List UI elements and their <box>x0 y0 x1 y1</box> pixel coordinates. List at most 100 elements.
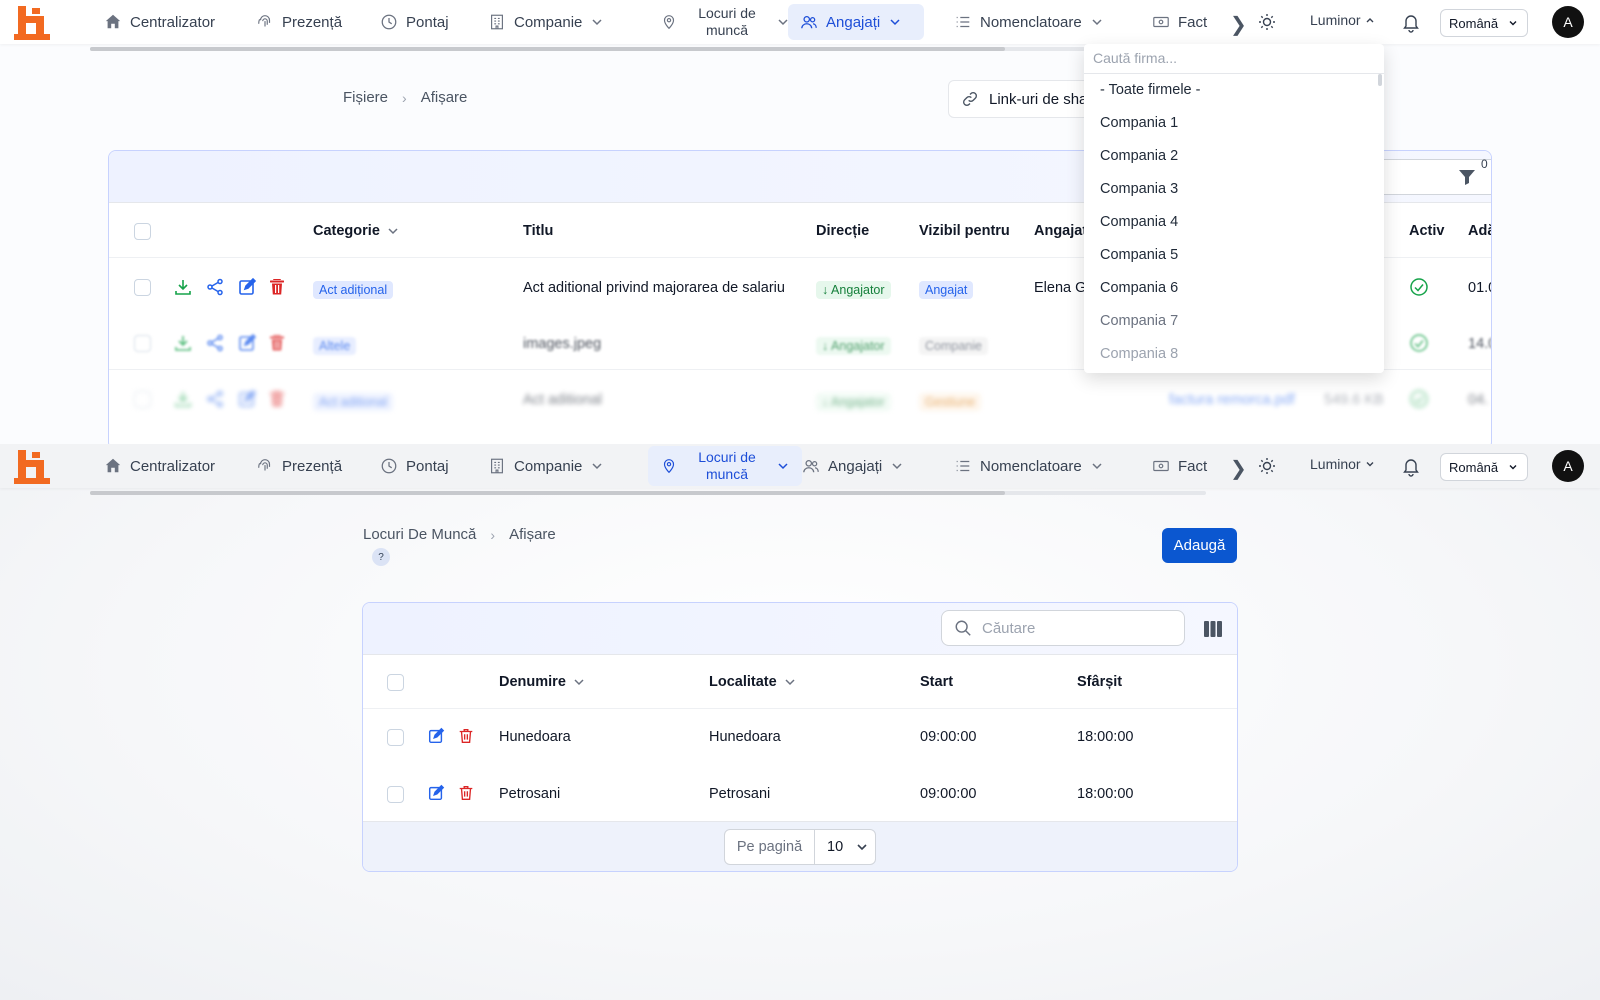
download-icon[interactable] <box>173 277 193 297</box>
category-badge: Altele <box>313 337 357 355</box>
avatar[interactable]: A <box>1552 450 1584 482</box>
nav-scrollbar[interactable] <box>90 491 1206 495</box>
trash-icon[interactable] <box>267 333 287 353</box>
sun-icon[interactable] <box>1257 456 1277 476</box>
file-title[interactable]: Act aditional <box>523 392 602 408</box>
col-localitate[interactable]: Localitate <box>709 674 797 690</box>
theme-selector[interactable]: Luminor <box>1310 456 1376 472</box>
sun-icon[interactable] <box>1257 12 1277 32</box>
home-icon <box>104 457 122 475</box>
edit-icon[interactable] <box>237 333 257 353</box>
scrollbar-thumb[interactable] <box>90 47 1005 51</box>
nav-centralizator[interactable]: Centralizator <box>92 448 227 484</box>
col-denumire[interactable]: Denumire <box>499 674 586 690</box>
file-link[interactable]: factura remorca.pdf <box>1169 392 1295 408</box>
nav-angajati[interactable]: Angajați <box>788 4 924 40</box>
edit-icon[interactable] <box>237 389 257 409</box>
nav-scrollbar[interactable] <box>90 47 1206 51</box>
search-input[interactable]: Căutare <box>941 610 1185 646</box>
company-option[interactable]: Compania 5 <box>1100 247 1178 263</box>
download-icon[interactable] <box>173 333 193 353</box>
edit-icon[interactable] <box>237 277 257 297</box>
nav-companie[interactable]: Companie <box>476 448 616 484</box>
scrollbar-thumb[interactable] <box>90 491 1005 495</box>
file-title[interactable]: Act aditional privind majorarea de salar… <box>523 280 785 296</box>
company-option[interactable]: Compania 3 <box>1100 181 1178 197</box>
theme-selector[interactable]: Luminor <box>1310 12 1376 28</box>
more-nav-chevron-icon[interactable]: ❯ <box>1230 12 1247 37</box>
nav-prezenta[interactable]: Prezență <box>244 4 354 40</box>
nav-locuri-de-munca[interactable]: Locuri de muncă <box>648 4 802 40</box>
row-checkbox[interactable] <box>387 729 404 746</box>
col-activ[interactable]: Activ <box>1409 223 1444 239</box>
language-select[interactable]: Română <box>1440 453 1528 481</box>
nav-pontaj[interactable]: Pontaj <box>368 448 461 484</box>
company-option[interactable]: Compania 6 <box>1100 280 1178 296</box>
row-checkbox[interactable] <box>134 391 151 408</box>
col-categorie[interactable]: Categorie <box>313 223 400 239</box>
company-search-input[interactable]: Caută firma... <box>1084 44 1384 74</box>
bell-icon[interactable] <box>1400 11 1422 33</box>
nav-centralizator[interactable]: Centralizator <box>92 4 227 40</box>
fingerprint-icon <box>256 457 274 475</box>
more-nav-chevron-icon[interactable]: ❯ <box>1230 456 1247 481</box>
language-select[interactable]: Română <box>1440 9 1528 37</box>
nav-facturi[interactable]: Fact <box>1140 448 1219 484</box>
column-label: Titlu <box>523 223 554 239</box>
nav-nomenclatoare[interactable]: Nomenclatoare <box>942 448 1116 484</box>
nav-pontaj[interactable]: Pontaj <box>368 4 461 40</box>
share-icon[interactable] <box>205 333 225 353</box>
company-option[interactable]: Compania 8 <box>1100 346 1178 362</box>
download-icon[interactable] <box>173 389 193 409</box>
nav-facturi[interactable]: Fact <box>1140 4 1219 40</box>
company-option[interactable]: Compania 4 <box>1100 214 1178 230</box>
columns-icon[interactable] <box>1203 620 1223 638</box>
chevron-down-icon <box>1366 462 1374 467</box>
col-angajat[interactable]: Angajat <box>1034 223 1087 239</box>
company-option[interactable]: Compania 2 <box>1100 148 1178 164</box>
nav-angajati[interactable]: Angajați <box>790 448 916 484</box>
edit-icon[interactable] <box>427 784 445 802</box>
trash-icon[interactable] <box>267 277 287 297</box>
col-adaugat[interactable]: Adă <box>1468 223 1491 239</box>
column-label: Adă <box>1468 223 1491 239</box>
home-icon <box>104 13 122 31</box>
edit-icon[interactable] <box>427 727 445 745</box>
nav-companie[interactable]: Companie <box>476 4 616 40</box>
breadcrumb-item[interactable]: Locuri De Muncă <box>363 526 476 543</box>
add-button[interactable]: Adaugă <box>1162 528 1237 563</box>
nav-label: Locuri de muncă <box>698 449 756 482</box>
nav-locuri-de-munca[interactable]: Locuri de muncă <box>648 446 802 486</box>
help-badge[interactable]: ? <box>372 548 390 566</box>
company-option-all[interactable]: - Toate firmele - <box>1100 82 1200 98</box>
row-checkbox[interactable] <box>134 335 151 352</box>
app-logo[interactable] <box>14 4 54 40</box>
file-title[interactable]: images.jpeg <box>523 336 601 352</box>
avatar[interactable]: A <box>1552 6 1584 38</box>
company-option[interactable]: Compania 1 <box>1100 115 1178 131</box>
nav-nomenclatoare[interactable]: Nomenclatoare <box>942 4 1116 40</box>
share-icon[interactable] <box>205 389 225 409</box>
nav-prezenta[interactable]: Prezență <box>244 448 354 484</box>
trash-icon[interactable] <box>457 727 475 745</box>
dropdown-scrollbar[interactable] <box>1378 74 1382 86</box>
company-option[interactable]: Compania 7 <box>1100 313 1178 329</box>
row-checkbox[interactable] <box>134 279 151 296</box>
col-directie[interactable]: Direcție <box>816 223 869 239</box>
col-titlu[interactable]: Titlu <box>523 223 553 239</box>
trash-icon[interactable] <box>267 389 287 409</box>
select-all-checkbox[interactable] <box>134 223 151 240</box>
breadcrumb-item[interactable]: Fișiere <box>343 89 388 106</box>
filter-icon[interactable] <box>1457 167 1477 187</box>
select-all-checkbox[interactable] <box>387 674 404 691</box>
app-logo[interactable] <box>14 448 54 484</box>
row-checkbox[interactable] <box>387 786 404 803</box>
col-start[interactable]: Start <box>920 674 953 690</box>
trash-icon[interactable] <box>457 784 475 802</box>
chevron-down-icon <box>592 463 602 470</box>
bell-icon[interactable] <box>1400 455 1422 477</box>
page-size-select[interactable]: Pe pagină 10 <box>724 829 876 865</box>
col-vizibil[interactable]: Vizibil pentru <box>919 223 1010 239</box>
share-icon[interactable] <box>205 277 225 297</box>
col-sfarsit[interactable]: Sfârșit <box>1077 674 1122 690</box>
